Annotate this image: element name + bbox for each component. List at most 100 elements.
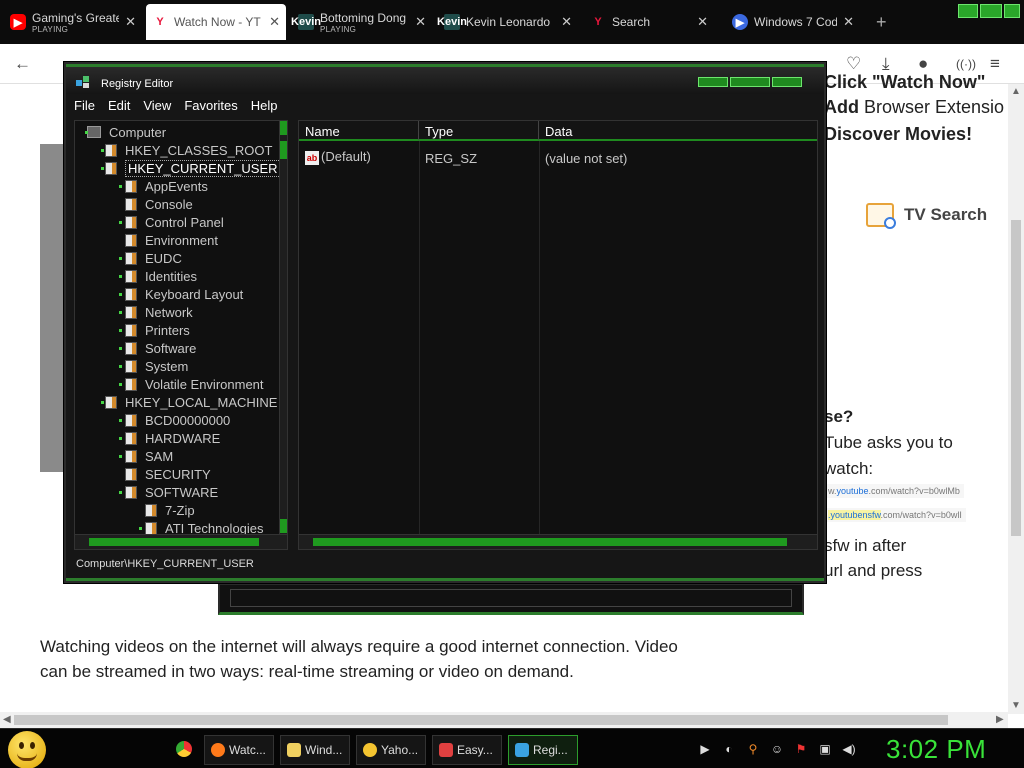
tree-item-hardware[interactable]: HARDWARE [119,429,221,447]
scroll-right-icon[interactable]: ▶ [996,714,1004,725]
page-horizontal-scrollbar[interactable]: ◀ ▶ [0,712,1008,728]
close-icon[interactable]: ✕ [843,14,854,30]
tab-windows7[interactable]: ▶ Windows 7 Code ✕ [726,4,860,40]
close-icon[interactable]: ✕ [125,14,136,30]
pocket-icon[interactable]: ♡ [846,54,861,74]
tree-item-appevents[interactable]: AppEvents [119,177,208,195]
tree-item-volatile-environment[interactable]: Volatile Environment [119,375,264,393]
tab-search[interactable]: Y Search ✕ [584,4,714,40]
scroll-thumb[interactable] [14,715,948,725]
close-button[interactable] [772,77,802,87]
menu-icon[interactable]: ≡ [990,54,1000,74]
values-horizontal-scrollbar[interactable] [299,534,817,549]
column-name[interactable]: Name [299,121,419,141]
close-icon[interactable]: ✕ [415,14,426,30]
folder-icon [125,341,137,355]
tab-kevin[interactable]: Kevin Kevin Leonardo ✕ [437,4,578,40]
scroll-up-icon[interactable]: ▲ [1011,86,1021,97]
scroll-up-button[interactable] [280,121,287,135]
tree-item-software-hklm[interactable]: SOFTWARE [119,483,218,501]
promo-line-1: Click "Watch Now" [824,72,986,92]
network-globe-icon[interactable]: ◐ [722,742,736,756]
page-vertical-scrollbar[interactable]: ▲ ▼ [1008,84,1024,714]
menu-view[interactable]: View [143,98,171,116]
back-arrow-icon[interactable]: ← [14,54,31,74]
taskbar-item-explorer[interactable]: Wind... [280,735,350,765]
tree-item-console[interactable]: Console [125,195,193,213]
action-center-flag-icon[interactable]: ⚑ [794,742,808,756]
registry-values-pane[interactable]: Name Type Data ab (Default) REG_SZ (value… [298,120,818,550]
tree-vertical-scrollbar[interactable] [279,121,287,534]
close-icon[interactable]: ✕ [269,14,280,30]
taskbar-item-firefox[interactable]: Watc... [204,735,274,765]
tree-item-keyboard-layout[interactable]: Keyboard Layout [119,285,243,303]
taskbar-item-easy[interactable]: Easy... [432,735,502,765]
tab-watch-now[interactable]: Y Watch Now - YT ✕ [146,4,286,40]
taskbar-clock[interactable]: 3:02 PM [886,734,986,765]
registry-title: Registry Editor [101,78,174,90]
menu-file[interactable]: File [74,98,95,116]
registry-title-bar[interactable]: Registry Editor [66,64,824,94]
scroll-thumb[interactable] [313,538,787,546]
tree-item-software[interactable]: Software [119,339,196,357]
scroll-thumb[interactable] [89,538,259,546]
tree-item-label: SAM [145,448,174,464]
folder-icon [125,467,137,481]
tree-item-hklm[interactable]: HKEY_LOCAL_MACHINE [101,393,277,411]
messenger-tray-icon[interactable]: ☺ [770,742,784,756]
extension-icon[interactable]: ● [918,54,928,74]
close-icon[interactable]: ✕ [697,14,708,30]
tab-bottoming[interactable]: Kevin Bottoming Dong PLAYING ✕ [291,4,432,40]
tree-item-security[interactable]: SECURITY [125,465,211,483]
tree-item-network[interactable]: Network [119,303,193,321]
tree-item-hkcu[interactable]: HKEY_CURRENT_USER [101,159,281,177]
menu-help[interactable]: Help [251,98,278,116]
column-data[interactable]: Data [539,121,817,141]
promo-add-bold: Add [824,97,859,117]
tree-item-eudc[interactable]: EUDC [119,249,182,267]
tree-item-bcd[interactable]: BCD00000000 [119,411,230,429]
maximize-button[interactable] [730,77,770,87]
value-name: (Default) [321,149,371,164]
tree-item-system[interactable]: System [119,357,188,375]
maximize-button[interactable] [980,4,1002,18]
volume-icon[interactable]: ◀) [842,742,856,756]
search-icon[interactable]: ⚲ [746,742,760,756]
column-type[interactable]: Type [419,121,539,141]
tree-item-7zip[interactable]: 7-Zip [145,501,195,519]
easy-icon [439,743,453,757]
sync-icon[interactable]: ((·)) [956,57,976,71]
new-tab-button[interactable]: + [876,12,887,33]
scroll-left-icon[interactable]: ◀ [3,714,11,725]
close-window-button[interactable] [1004,4,1020,18]
tree-item-control-panel[interactable]: Control Panel [119,213,224,231]
close-icon[interactable]: ✕ [561,14,572,30]
registry-tree-pane[interactable]: Computer HKEY_CLASSES_ROOT HKEY_CURRENT_… [74,120,288,550]
start-button[interactable] [8,731,46,768]
scroll-thumb[interactable] [1011,220,1021,536]
folder-icon [125,215,137,229]
tree-item-identities[interactable]: Identities [119,267,197,285]
tab-gaming[interactable]: ▶ Gaming's Greate PLAYING ✕ [4,4,142,40]
chrome-icon[interactable] [176,741,192,757]
tv-search-link[interactable]: TV Search [866,203,987,229]
network-icon[interactable]: ▣ [818,742,832,756]
minimize-button[interactable] [958,4,978,18]
taskbar-item-yahoo[interactable]: Yaho... [356,735,426,765]
tree-item-environment[interactable]: Environment [125,231,218,249]
tree-item-hkcr[interactable]: HKEY_CLASSES_ROOT [101,141,272,159]
tree-item-printers[interactable]: Printers [119,321,190,339]
taskbar-item-regedit[interactable]: Regi... [508,735,578,765]
tree-item-sam[interactable]: SAM [119,447,174,465]
menu-edit[interactable]: Edit [108,98,130,116]
scroll-thumb[interactable] [280,141,287,159]
menu-favorites[interactable]: Favorites [184,98,237,116]
scroll-down-button[interactable] [280,519,287,533]
tree-horizontal-scrollbar[interactable] [75,534,287,549]
download-icon[interactable]: ⤓ [882,54,890,74]
scroll-down-icon[interactable]: ▼ [1011,700,1021,711]
media-player-icon[interactable]: ▶ [698,742,712,756]
minimize-button[interactable] [698,77,728,87]
tree-item-computer[interactable]: Computer [85,123,166,141]
tree-item-label: HARDWARE [145,430,221,446]
